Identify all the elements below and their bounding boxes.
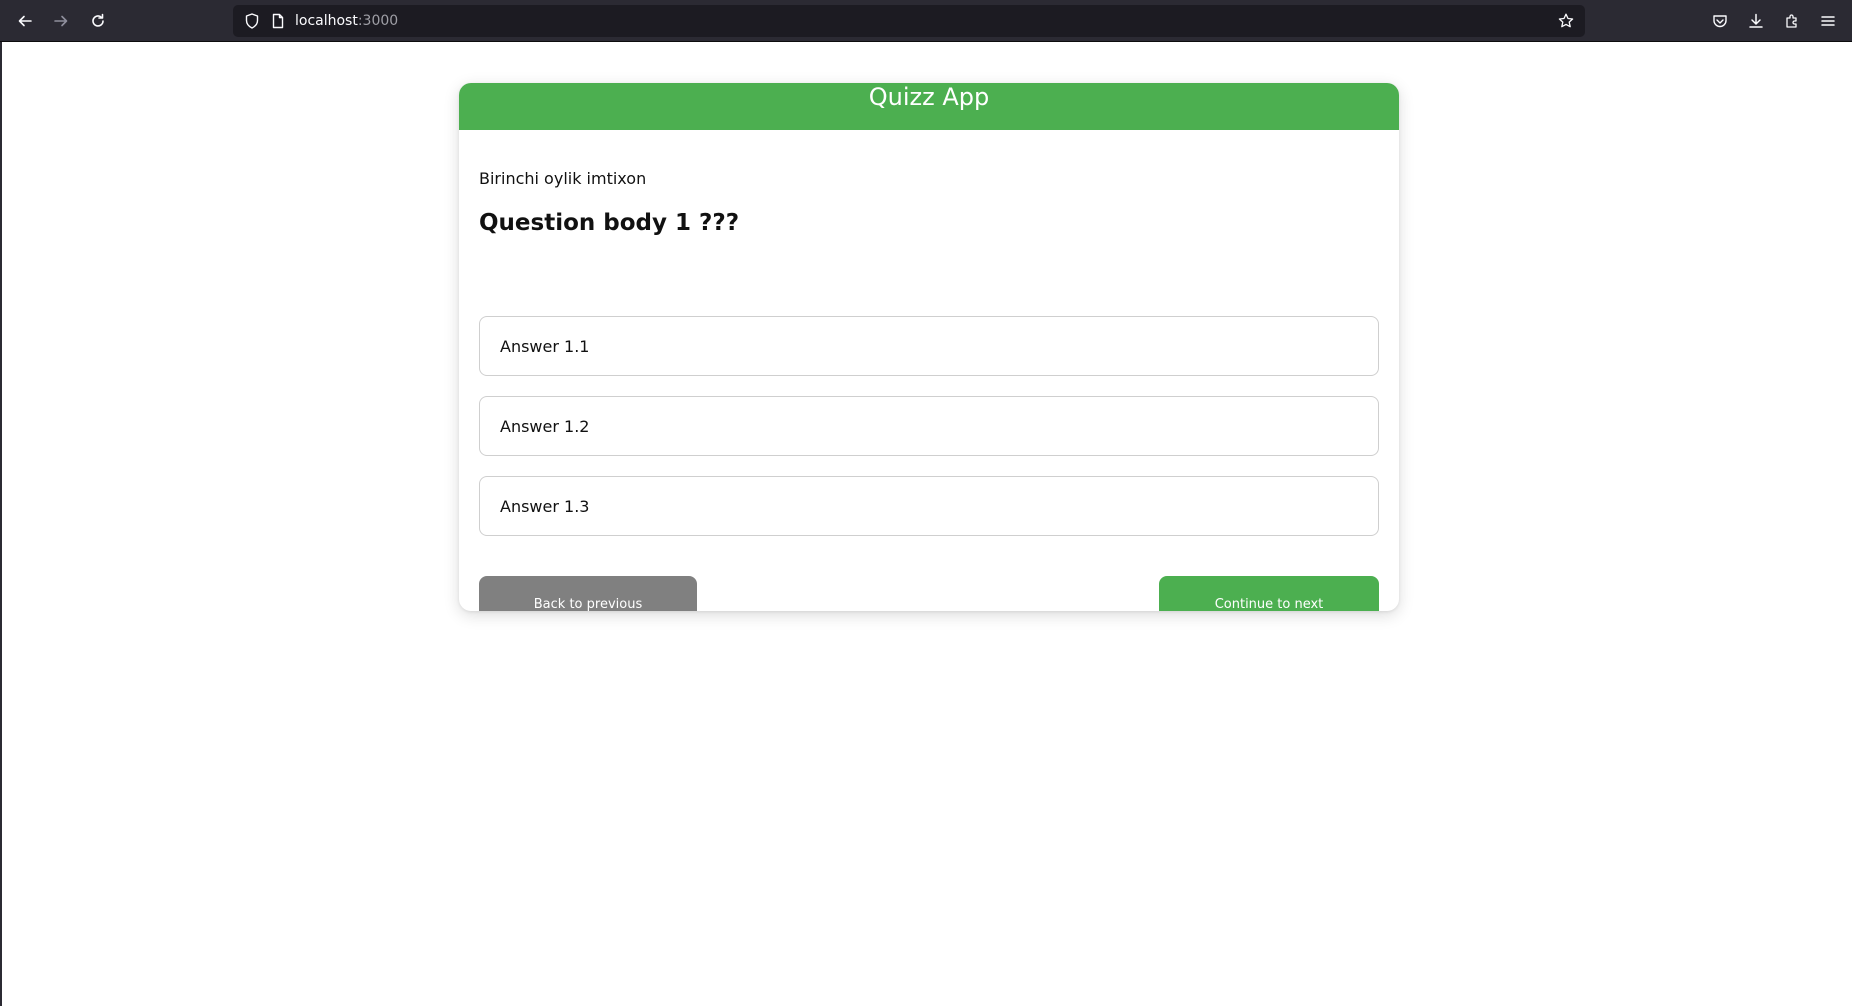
extensions-button[interactable] (1782, 11, 1802, 31)
arrow-right-icon (54, 15, 68, 27)
hamburger-menu-icon (1821, 16, 1835, 26)
back-button[interactable] (12, 8, 38, 34)
reload-icon (92, 13, 104, 27)
url-host: localhost (295, 13, 358, 29)
exam-name: Birinchi oylik imtixon (479, 169, 647, 188)
page-viewport: Quizz App Birinchi oylik imtixon Questio… (0, 42, 1852, 1006)
answer-option[interactable]: Answer 1.1 (479, 316, 1379, 376)
pocket-icon (1713, 15, 1727, 28)
answer-label: Answer 1.1 (500, 337, 590, 356)
answer-option[interactable]: Answer 1.3 (479, 476, 1379, 536)
download-icon (1749, 13, 1763, 28)
reload-button[interactable] (85, 8, 111, 34)
download-button[interactable] (1746, 11, 1766, 31)
question-text: Question body 1 ??? (479, 210, 740, 236)
card-header: Quizz App (459, 83, 1399, 130)
app-menu-button[interactable] (1818, 11, 1838, 31)
extensions-icon (1786, 14, 1797, 28)
answer-label: Answer 1.3 (500, 497, 590, 516)
star-icon[interactable] (1557, 12, 1575, 30)
arrow-left-icon (18, 15, 32, 27)
app-title: Quizz App (868, 83, 990, 111)
url-text: localhost:3000 (295, 12, 398, 30)
pocket-button[interactable] (1710, 11, 1730, 31)
forward-button[interactable] (48, 8, 74, 34)
shield-icon[interactable] (243, 12, 261, 30)
page-icon (272, 13, 284, 29)
url-port: :3000 (357, 13, 399, 29)
continue-to-next-button[interactable]: Continue to next (1159, 576, 1379, 611)
quiz-card: Quizz App Birinchi oylik imtixon Questio… (459, 83, 1399, 611)
url-bar[interactable]: localhost:3000 (233, 5, 1585, 37)
answer-label: Answer 1.2 (500, 417, 590, 436)
browser-toolbar: localhost:3000 (0, 0, 1852, 42)
answer-option[interactable]: Answer 1.2 (479, 396, 1379, 456)
back-to-previous-button[interactable]: Back to previous (479, 576, 697, 611)
